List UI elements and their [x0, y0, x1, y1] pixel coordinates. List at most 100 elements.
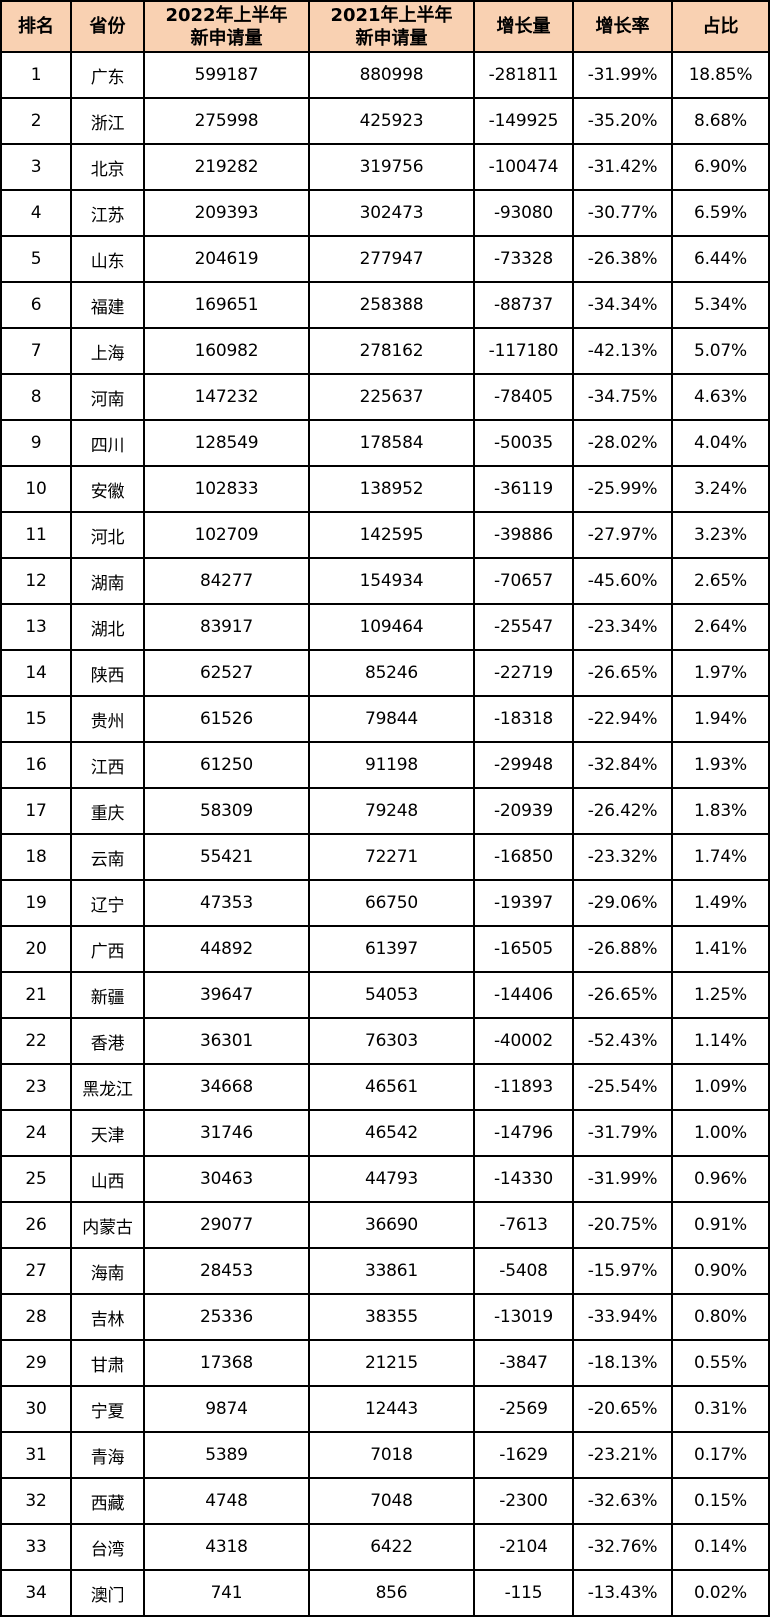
apps-2022-h1-cell: 61526 — [143, 695, 310, 743]
header-label-line: 排名 — [18, 16, 54, 37]
table-row: 10 安徽 102833 138952 -36119 -25.99% 3.24% — [0, 465, 770, 513]
growth-rate-cell: -31.79% — [572, 1109, 673, 1157]
province-cell: 西藏 — [70, 1477, 145, 1525]
share-cell: 2.64% — [671, 603, 770, 651]
apps-2022-h1-cell: 219282 — [143, 143, 310, 191]
apps-2022-h1-cell: 209393 — [143, 189, 310, 237]
share-cell: 2.65% — [671, 557, 770, 605]
apps-2021-h1-cell: 61397 — [308, 925, 475, 973]
share-cell: 5.07% — [671, 327, 770, 375]
increase-cell: -22719 — [473, 649, 574, 697]
province-cell: 云南 — [70, 833, 145, 881]
table-row: 12 湖南 84277 154934 -70657 -45.60% 2.65% — [0, 557, 770, 605]
table-header: 排名 省份 2022年上半年 新申请量 2021年上半年 新申请量 增长量 增长率 占比 — [0, 0, 770, 53]
share-cell: 3.24% — [671, 465, 770, 513]
province-cell: 江西 — [70, 741, 145, 789]
increase-cell: -36119 — [473, 465, 574, 513]
table-body: 1 广东 599187 880998 -281811 -31.99% 18.85% 2 浙江 27… — [0, 51, 770, 1617]
growth-rate-cell: -26.42% — [572, 787, 673, 835]
share-cell: 0.17% — [671, 1431, 770, 1479]
table-row: 16 江西 61250 91198 -29948 -32.84% 1.93% — [0, 741, 770, 789]
increase-cell: -18318 — [473, 695, 574, 743]
rank-cell: 11 — [0, 511, 72, 559]
growth-rate-cell: -31.99% — [572, 1155, 673, 1203]
increase-cell: -1629 — [473, 1431, 574, 1479]
apps-2021-h1-cell: 880998 — [308, 51, 475, 99]
table-row: 24 天津 31746 46542 -14796 -31.79% 1.00% — [0, 1109, 770, 1157]
header-label-line: 占比 — [702, 16, 739, 37]
rank-cell: 15 — [0, 695, 72, 743]
share-cell: 1.94% — [671, 695, 770, 743]
increase-cell: -29948 — [473, 741, 574, 789]
increase-cell: -5408 — [473, 1247, 574, 1295]
apps-2022-h1-cell: 169651 — [143, 281, 310, 329]
growth-rate-cell: -34.75% — [572, 373, 673, 421]
apps-2021-h1-cell: 76303 — [308, 1017, 475, 1065]
header-label-line: 增长量 — [496, 16, 551, 37]
table-row: 22 香港 36301 76303 -40002 -52.43% 1.14% — [0, 1017, 770, 1065]
apps-2022-h1-cell: 128549 — [143, 419, 310, 467]
share-cell: 0.31% — [671, 1385, 770, 1433]
rank-cell: 28 — [0, 1293, 72, 1341]
province-cell: 辽宁 — [70, 879, 145, 927]
table-row: 33 台湾 4318 6422 -2104 -32.76% 0.14% — [0, 1523, 770, 1571]
province-cell: 澳门 — [70, 1569, 145, 1617]
share-cell: 4.63% — [671, 373, 770, 421]
header-increase: 增长量 — [473, 0, 574, 53]
growth-rate-cell: -27.97% — [572, 511, 673, 559]
table-row: 4 江苏 209393 302473 -93080 -30.77% 6.59% — [0, 189, 770, 237]
increase-cell: -3847 — [473, 1339, 574, 1387]
growth-rate-cell: -32.63% — [572, 1477, 673, 1525]
share-cell: 0.91% — [671, 1201, 770, 1249]
apps-2021-h1-cell: 79844 — [308, 695, 475, 743]
growth-rate-cell: -33.94% — [572, 1293, 673, 1341]
growth-rate-cell: -32.84% — [572, 741, 673, 789]
share-cell: 1.49% — [671, 879, 770, 927]
increase-cell: -39886 — [473, 511, 574, 559]
share-cell: 18.85% — [671, 51, 770, 99]
increase-cell: -40002 — [473, 1017, 574, 1065]
increase-cell: -70657 — [473, 557, 574, 605]
table-row: 25 山西 30463 44793 -14330 -31.99% 0.96% — [0, 1155, 770, 1203]
apps-2022-h1-cell: 741 — [143, 1569, 310, 1617]
growth-rate-cell: -25.54% — [572, 1063, 673, 1111]
apps-2021-h1-cell: 109464 — [308, 603, 475, 651]
province-cell: 广东 — [70, 51, 145, 99]
apps-2022-h1-cell: 4318 — [143, 1523, 310, 1571]
share-cell: 0.96% — [671, 1155, 770, 1203]
share-cell: 1.93% — [671, 741, 770, 789]
apps-2021-h1-cell: 44793 — [308, 1155, 475, 1203]
rank-cell: 2 — [0, 97, 72, 145]
rank-cell: 33 — [0, 1523, 72, 1571]
province-cell: 上海 — [70, 327, 145, 375]
rank-cell: 27 — [0, 1247, 72, 1295]
share-cell: 0.14% — [671, 1523, 770, 1571]
apps-2021-h1-cell: 277947 — [308, 235, 475, 283]
increase-cell: -14330 — [473, 1155, 574, 1203]
apps-2021-h1-cell: 142595 — [308, 511, 475, 559]
apps-2021-h1-cell: 46561 — [308, 1063, 475, 1111]
share-cell: 1.14% — [671, 1017, 770, 1065]
province-cell: 四川 — [70, 419, 145, 467]
apps-2021-h1-cell: 79248 — [308, 787, 475, 835]
apps-2021-h1-cell: 154934 — [308, 557, 475, 605]
province-cell: 新疆 — [70, 971, 145, 1019]
apps-2022-h1-cell: 28453 — [143, 1247, 310, 1295]
increase-cell: -2569 — [473, 1385, 574, 1433]
rank-cell: 4 — [0, 189, 72, 237]
growth-rate-cell: -20.75% — [572, 1201, 673, 1249]
apps-2022-h1-cell: 62527 — [143, 649, 310, 697]
apps-2022-h1-cell: 160982 — [143, 327, 310, 375]
apps-2021-h1-cell: 33861 — [308, 1247, 475, 1295]
table-row: 28 吉林 25336 38355 -13019 -33.94% 0.80% — [0, 1293, 770, 1341]
apps-2022-h1-cell: 39647 — [143, 971, 310, 1019]
province-cell: 安徽 — [70, 465, 145, 513]
increase-cell: -7613 — [473, 1201, 574, 1249]
growth-rate-cell: -26.38% — [572, 235, 673, 283]
rank-cell: 34 — [0, 1569, 72, 1617]
header-province: 省份 — [70, 0, 145, 53]
increase-cell: -100474 — [473, 143, 574, 191]
apps-2021-h1-cell: 278162 — [308, 327, 475, 375]
table-row: 32 西藏 4748 7048 -2300 -32.63% 0.15% — [0, 1477, 770, 1525]
province-cell: 内蒙古 — [70, 1201, 145, 1249]
